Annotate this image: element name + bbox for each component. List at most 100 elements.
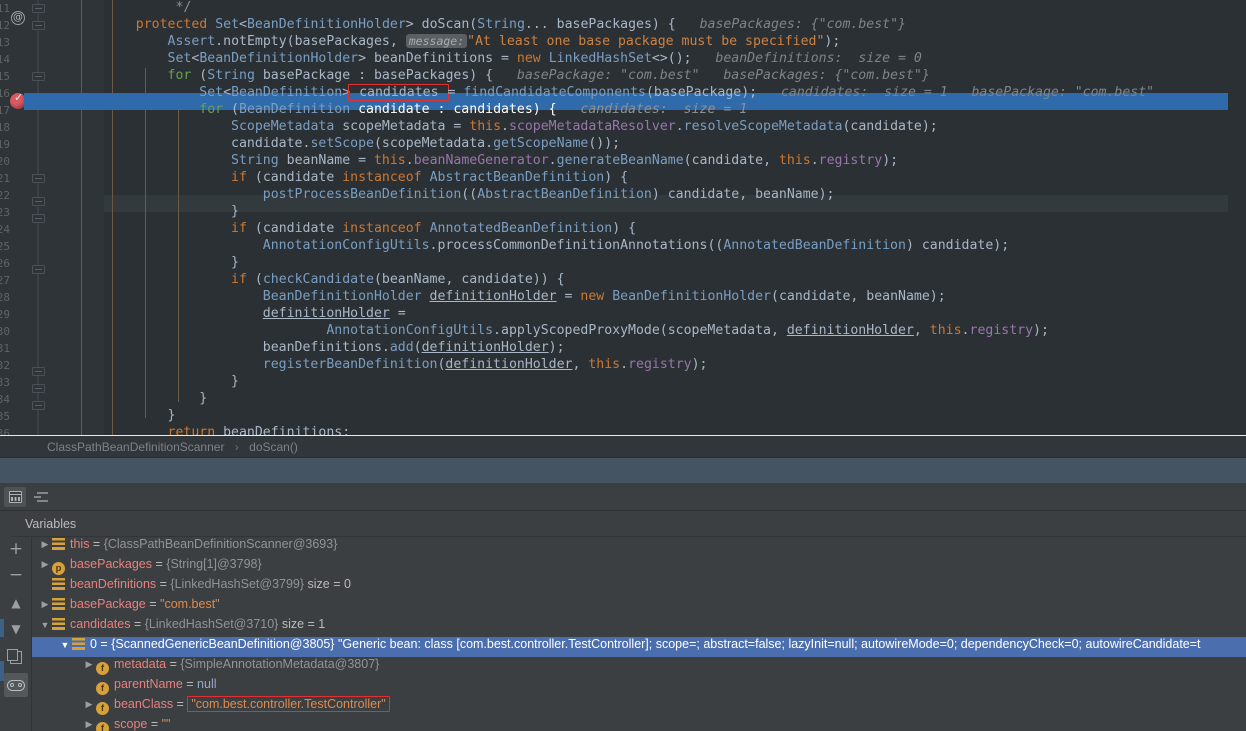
- code-line[interactable]: Set<BeanDefinition> candidates = findCan…: [104, 84, 1228, 102]
- code-line[interactable]: AnnotationConfigUtils.applyScopedProxyMo…: [104, 323, 1228, 340]
- breadcrumb-class[interactable]: ClassPathBeanDefinitionScanner: [47, 440, 224, 454]
- variables-tree[interactable]: ▶ this = {ClassPathBeanDefinitionScanner@…: [32, 537, 1246, 731]
- code-editor[interactable]: 11 12 13 14 15 16 17 18 19 20 21 22 23 24 25 26 27 28 29 30…: [0, 0, 1246, 435]
- code-line[interactable]: }: [104, 391, 1228, 408]
- variable-row[interactable]: ▶ basePackage = "com.best": [32, 597, 1246, 617]
- annotation-gutter-icon[interactable]: @: [11, 11, 25, 25]
- code-token: (beanName, candidate)) {: [373, 272, 565, 287]
- code-line[interactable]: postProcessBeanDefinition((AbstractBeanD…: [104, 187, 1228, 204]
- code-line[interactable]: }: [104, 204, 1228, 221]
- expand-arrow-icon[interactable]: ▶: [82, 659, 96, 670]
- breadcrumb-method[interactable]: doScan(): [249, 440, 298, 454]
- fold-marker[interactable]: [32, 21, 45, 30]
- code-line[interactable]: return beanDefinitions;: [104, 425, 1228, 435]
- fold-marker[interactable]: [32, 174, 45, 183]
- local-variable-icon: [52, 618, 65, 630]
- variable-row[interactable]: ▶ this = {ClassPathBeanDefinitionScanner@…: [32, 537, 1246, 557]
- code-line[interactable]: protected Set<BeanDefinitionHolder> doSc…: [104, 17, 1228, 34]
- code-line[interactable]: registerBeanDefinition(definitionHolder,…: [104, 357, 1228, 374]
- code-line[interactable]: }: [104, 255, 1228, 272]
- code-token: AnnotationConfigUtils: [326, 323, 494, 338]
- move-down-button[interactable]: ▼: [4, 617, 28, 641]
- code-token: if: [231, 170, 247, 185]
- code-token: .: [675, 119, 684, 134]
- variable-name: 0: [90, 637, 97, 651]
- variable-row[interactable]: ▶ f scope = "": [32, 717, 1246, 731]
- fold-marker[interactable]: [32, 401, 45, 410]
- breadcrumb[interactable]: ClassPathBeanDefinitionScanner › doScan(…: [0, 435, 1246, 457]
- variable-row[interactable]: ▶ f beanClass = "com.best.controller.TestC…: [32, 696, 1246, 717]
- variable-row[interactable]: ▶beanDefinitions = {LinkedHashSet@3799} …: [32, 577, 1246, 597]
- code-line[interactable]: if (checkCandidate(beanName, candidate))…: [104, 272, 1228, 289]
- code-line[interactable]: definitionHolder =: [104, 306, 1228, 323]
- indent-guide: [81, 0, 82, 435]
- code-token: applyScopedProxyMode: [501, 323, 660, 338]
- fold-marker[interactable]: [32, 4, 45, 13]
- code-text-area[interactable]: */ protected Set<BeanDefinitionHolder> d…: [104, 0, 1228, 435]
- code-line[interactable]: beanDefinitions.add(definitionHolder);: [104, 340, 1228, 357]
- code-line[interactable]: }: [104, 374, 1228, 391]
- debugger-toolbar: [0, 483, 1246, 511]
- expand-arrow-icon[interactable]: ▶: [82, 719, 96, 730]
- expand-arrow-icon[interactable]: ▶: [82, 699, 96, 710]
- copy-icon[interactable]: [4, 645, 28, 669]
- line-number: 28: [0, 291, 10, 304]
- code-token: >: [405, 17, 422, 32]
- code-token: .: [620, 357, 629, 372]
- code-token: getScopeName: [493, 136, 589, 151]
- variable-row[interactable]: ▼ candidates = {LinkedHashSet@3710} size …: [32, 617, 1246, 637]
- table-grid-icon[interactable]: [4, 487, 26, 507]
- expand-arrow-icon[interactable]: ▶: [38, 559, 52, 570]
- code-token: checkCandidate: [262, 272, 374, 287]
- code-line[interactable]: if (candidate instanceof AnnotatedBeanDe…: [104, 221, 1228, 238]
- code-token: registry: [628, 357, 692, 372]
- code-line[interactable]: BeanDefinitionHolder definitionHolder = …: [104, 289, 1228, 306]
- move-up-button[interactable]: ▲: [4, 591, 28, 615]
- code-line[interactable]: for (String basePackage : basePackages) …: [104, 68, 1228, 85]
- code-line[interactable]: if (candidate instanceof AbstractBeanDef…: [104, 170, 1228, 187]
- variable-equals: =: [152, 557, 167, 571]
- code-line[interactable]: */: [104, 0, 1228, 17]
- expand-arrow-icon[interactable]: ▶: [38, 539, 52, 550]
- code-line[interactable]: Set<BeanDefinitionHolder> beanDefinition…: [104, 51, 1228, 68]
- fold-marker[interactable]: [32, 72, 45, 81]
- remove-watch-button[interactable]: −: [4, 563, 28, 587]
- collapse-arrow-icon[interactable]: ▼: [58, 640, 72, 650]
- code-token: AnnotationConfigUtils: [262, 238, 430, 253]
- expand-arrow-icon[interactable]: ▶: [38, 599, 52, 610]
- variable-row[interactable]: ▶ f metadata = {SimpleAnnotationMetadata@3…: [32, 657, 1246, 677]
- collapse-arrow-icon[interactable]: ▼: [38, 620, 52, 630]
- variable-row[interactable]: ▶ p basePackages = {String[1]@3798}: [32, 557, 1246, 577]
- code-line[interactable]: for (BeanDefinition candidate : candidat…: [104, 102, 1228, 119]
- code-line[interactable]: Assert.notEmpty(basePackages, message: "A…: [104, 34, 1228, 51]
- code-line[interactable]: }: [104, 408, 1228, 425]
- code-token: .: [405, 153, 414, 168]
- code-token: String: [207, 68, 255, 83]
- fold-marker[interactable]: [32, 197, 45, 206]
- variable-row[interactable]: ▶f parentName = null: [32, 677, 1246, 697]
- add-watch-button[interactable]: +: [4, 537, 28, 561]
- fold-marker[interactable]: [32, 384, 45, 393]
- variable-row[interactable]: ▼ 0 = {ScannedGenericBeanDefinition@3805}…: [32, 637, 1246, 657]
- editor-scrollbar[interactable]: [1228, 0, 1246, 435]
- fold-marker[interactable]: [32, 214, 45, 223]
- code-token: );: [824, 34, 841, 49]
- editor-gutter[interactable]: 11 12 13 14 15 16 17 18 19 20 21 22 23 24 25 26 27 28 29 30…: [0, 0, 104, 435]
- sort-list-icon[interactable]: [30, 487, 52, 507]
- code-line[interactable]: candidate.setScope(scopeMetadata.getScop…: [104, 136, 1228, 153]
- variable-equals: =: [173, 697, 188, 711]
- watches-icon[interactable]: [4, 673, 28, 697]
- code-token: instanceof: [342, 221, 422, 236]
- code-token: (candidate: [246, 170, 343, 185]
- fold-marker[interactable]: [32, 265, 45, 274]
- code-line[interactable]: String beanName = this.beanNameGenerator…: [104, 153, 1228, 170]
- fold-marker[interactable]: [32, 367, 45, 376]
- code-line[interactable]: ScopeMetadata scopeMetadata = this.scope…: [104, 119, 1228, 136]
- variables-tab[interactable]: Variables: [12, 511, 1246, 537]
- code-token: (candidate,: [683, 153, 779, 168]
- code-line[interactable]: AnnotationConfigUtils.processCommonDefin…: [104, 238, 1228, 255]
